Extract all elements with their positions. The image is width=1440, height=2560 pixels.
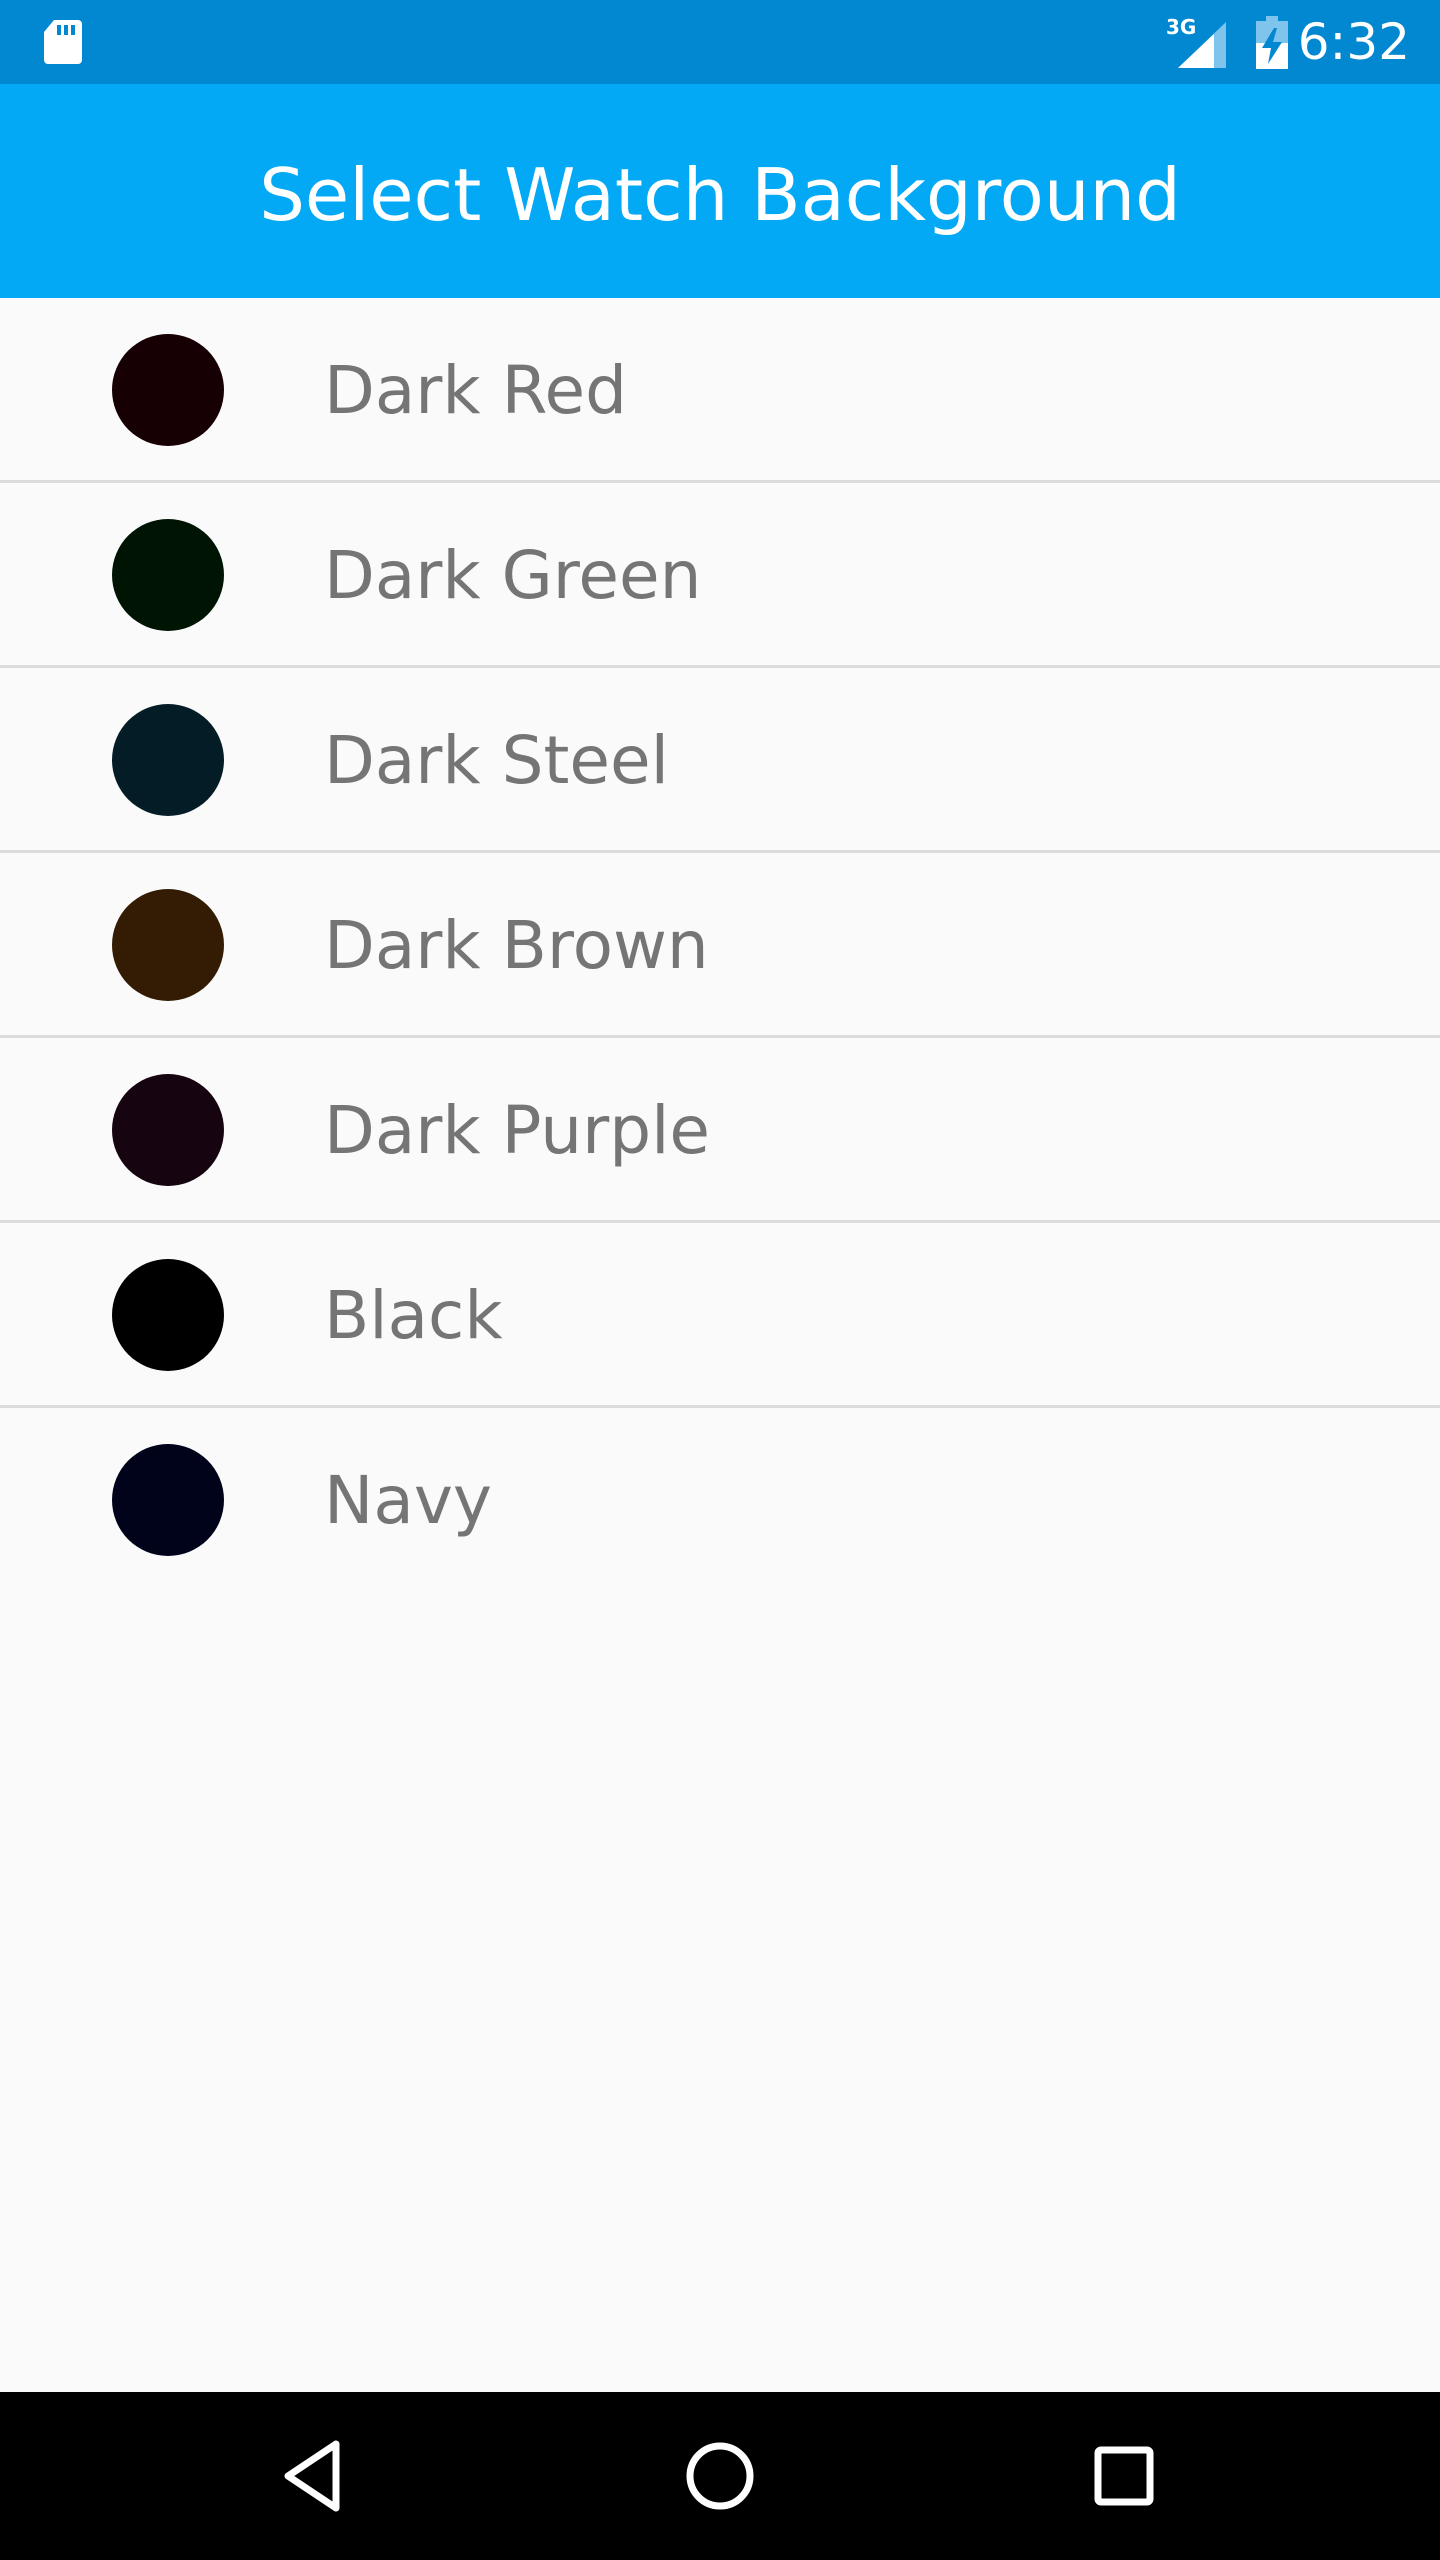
color-swatch (112, 704, 224, 816)
list-item-dark-red[interactable]: Dark Red (0, 298, 1440, 483)
list-item-navy[interactable]: Navy (0, 1408, 1440, 1593)
sd-card-icon (44, 20, 82, 64)
back-icon[interactable] (266, 2426, 366, 2526)
color-swatch (112, 889, 224, 1001)
list-item-dark-purple[interactable]: Dark Purple (0, 1038, 1440, 1223)
color-swatch (112, 1259, 224, 1371)
network-type-label: 3G (1166, 15, 1196, 39)
list-item-label: Dark Red (324, 352, 627, 429)
color-swatch (112, 1444, 224, 1556)
list-item-label: Dark Brown (324, 907, 709, 984)
color-swatch (112, 1074, 224, 1186)
cell-signal-icon: 3G (1166, 15, 1226, 68)
list-item-label: Navy (324, 1462, 492, 1539)
home-icon[interactable] (670, 2426, 770, 2526)
color-swatch (112, 334, 224, 446)
color-swatch (112, 519, 224, 631)
list-item-dark-steel[interactable]: Dark Steel (0, 668, 1440, 853)
status-bar-clock: 6:32 (1297, 13, 1410, 71)
list-item-dark-brown[interactable]: Dark Brown (0, 853, 1440, 1038)
status-bar: 3G 6:32 (0, 0, 1440, 84)
list-item-label: Dark Purple (324, 1092, 711, 1169)
list-item-label: Dark Steel (324, 722, 669, 799)
list-item-dark-green[interactable]: Dark Green (0, 483, 1440, 668)
list-item-label: Dark Green (324, 537, 702, 614)
page-title: Select Watch Background (259, 153, 1181, 237)
navigation-bar (0, 2392, 1440, 2560)
list-item-black[interactable]: Black (0, 1223, 1440, 1408)
recents-icon[interactable] (1074, 2426, 1174, 2526)
list-item-label: Black (324, 1277, 503, 1354)
app-bar: Select Watch Background (0, 84, 1440, 298)
battery-charging-icon (1256, 16, 1288, 69)
color-list: Dark Red Dark Green Dark Steel Dark Brow… (0, 298, 1440, 1593)
